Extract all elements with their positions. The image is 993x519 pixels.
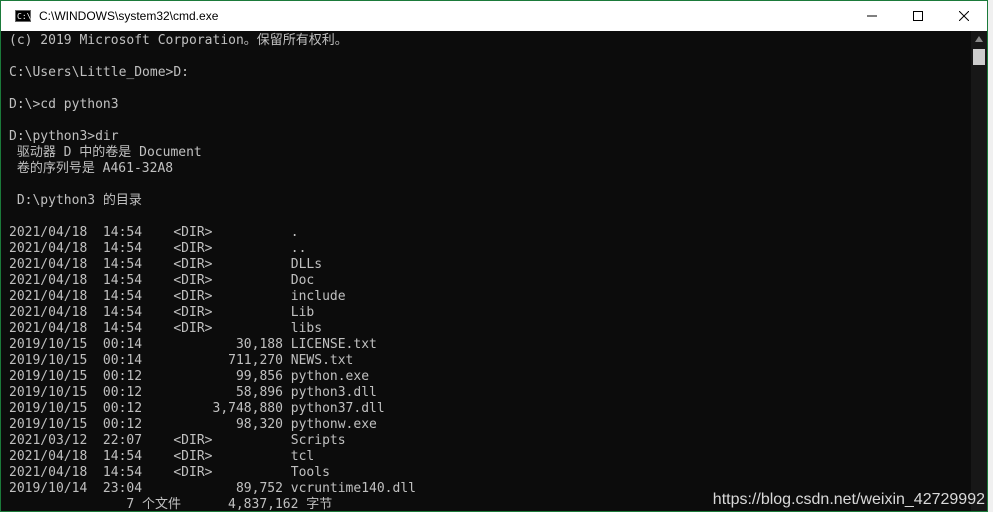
terminal-line: D:\python3 的目录: [9, 193, 142, 208]
window-controls: [849, 1, 987, 31]
terminal-line: 驱动器 D 中的卷是 Document: [9, 145, 202, 160]
terminal-line: 2019/10/15 00:12 3,748,880 python37.dll: [9, 401, 385, 416]
window-title: C:\WINDOWS\system32\cmd.exe: [39, 9, 219, 23]
terminal-line: 2021/04/18 14:54 <DIR> libs: [9, 321, 323, 336]
scroll-thumb[interactable]: [973, 49, 985, 65]
terminal-line: 2021/03/12 22:07 <DIR> Scripts: [9, 433, 346, 448]
chevron-up-icon: [975, 36, 983, 42]
scroll-up-button[interactable]: [971, 31, 987, 47]
terminal-line: 卷的序列号是 A461-32A8: [9, 161, 174, 176]
maximize-button[interactable]: [895, 1, 941, 31]
terminal-line: 2019/10/15 00:12 99,856 python.exe: [9, 369, 370, 384]
background-edge: [988, 0, 993, 519]
terminal-output[interactable]: (c) 2019 Microsoft Corporation。保留所有权利。 C:…: [1, 31, 971, 511]
terminal-line: 2019/10/15 00:14 711,270 NEWS.txt: [9, 353, 354, 368]
terminal-line: C:\Users\Little_Dome>D:: [9, 65, 190, 80]
terminal-line: 2021/04/18 14:54 <DIR> Tools: [9, 465, 330, 480]
terminal-line: D:\python3>dir: [9, 129, 119, 144]
terminal-line: 2019/10/15 00:12 98,320 pythonw.exe: [9, 417, 377, 432]
minimize-icon: [867, 15, 877, 17]
close-button[interactable]: [941, 1, 987, 31]
terminal-line: 2021/04/18 14:54 <DIR> tcl: [9, 449, 315, 464]
terminal-line: 7 个文件 4,837,162 字节: [9, 497, 333, 511]
maximize-icon: [913, 11, 923, 21]
watermark-text: https://blog.csdn.net/weixin_42729992: [712, 491, 985, 508]
cmd-window: C:\ C:\WINDOWS\system32\cmd.exe (c) 2019…: [0, 0, 988, 512]
terminal-line: 2021/04/18 14:54 <DIR> DLLs: [9, 257, 323, 272]
terminal-line: 2019/10/15 00:14 30,188 LICENSE.txt: [9, 337, 377, 352]
cmd-app-icon[interactable]: C:\: [15, 10, 31, 22]
terminal-line: 2019/10/14 23:04 89,752 vcruntime140.dll: [9, 481, 416, 496]
terminal-line: 2021/04/18 14:54 <DIR> ..: [9, 241, 307, 256]
terminal-line: 2021/04/18 14:54 <DIR> include: [9, 289, 346, 304]
vertical-scrollbar[interactable]: [971, 31, 987, 511]
terminal-line: 2021/04/18 14:54 <DIR> .: [9, 225, 299, 240]
terminal-line: 2021/04/18 14:54 <DIR> Doc: [9, 273, 315, 288]
minimize-button[interactable]: [849, 1, 895, 31]
background-bottom: [0, 512, 993, 519]
close-icon: [959, 11, 969, 21]
title-bar[interactable]: C:\ C:\WINDOWS\system32\cmd.exe: [1, 1, 987, 31]
terminal-line: D:\>cd python3: [9, 97, 119, 112]
terminal-line: (c) 2019 Microsoft Corporation。保留所有权利。: [9, 33, 348, 48]
terminal-line: 2019/10/15 00:12 58,896 python3.dll: [9, 385, 377, 400]
terminal-line: 2021/04/18 14:54 <DIR> Lib: [9, 305, 315, 320]
